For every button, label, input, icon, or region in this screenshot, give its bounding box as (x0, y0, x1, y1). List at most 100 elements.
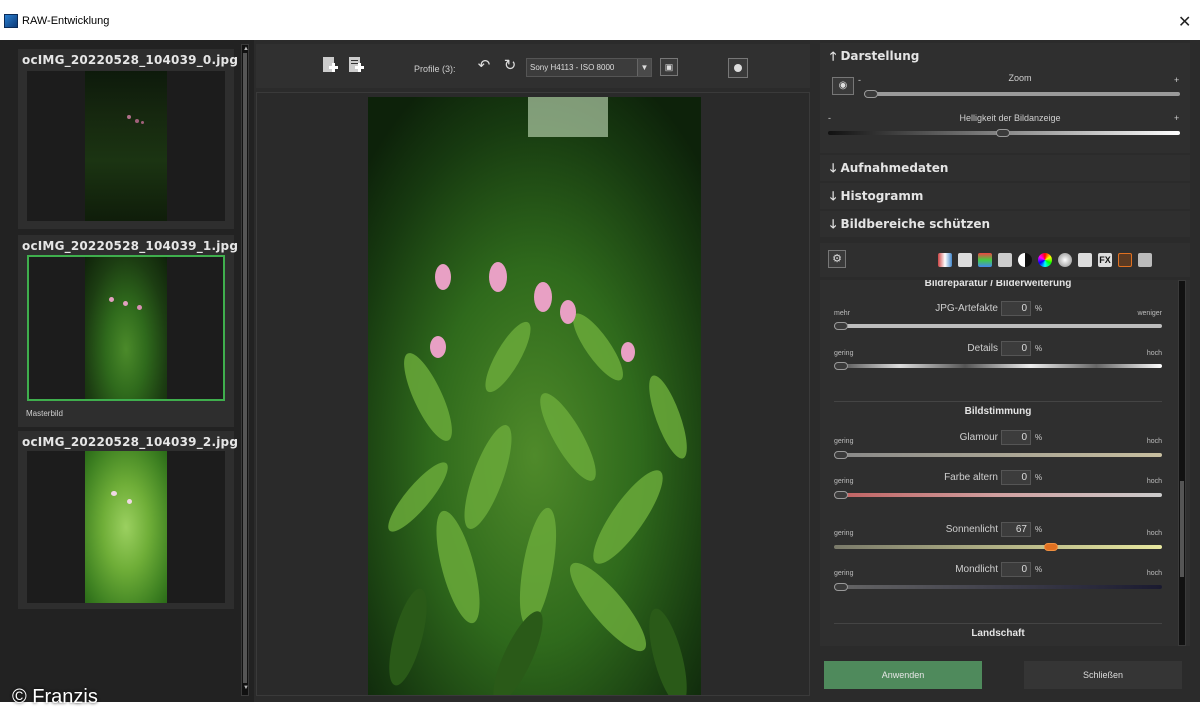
apply-button[interactable]: Anwenden (824, 661, 982, 689)
darstellung-section: 🡑 Darstellung ◉ - Zoom + - Helligkeit de… (820, 43, 1190, 153)
settings-panel: 🡑 Darstellung ◉ - Zoom + - Helligkeit de… (814, 40, 1200, 702)
thumbnail-card-2[interactable]: ocIMG_20220528_104039_2.jpg (18, 431, 238, 609)
sonne-label: Sonnenlicht (945, 524, 998, 535)
zoom-slider-knob[interactable] (864, 90, 878, 98)
color-lines-icon[interactable] (978, 253, 992, 267)
chevron-down-icon[interactable]: ▼ (637, 59, 651, 76)
thumbnail-scrollbar[interactable]: ▲ ▼ (241, 44, 249, 696)
farbe-slider-knob[interactable] (834, 491, 848, 499)
bildbereiche-title: Bildbereiche schützen (840, 217, 991, 231)
details-slider-knob[interactable] (834, 362, 848, 370)
undo-icon[interactable]: ↶ (474, 56, 494, 76)
camera-icon[interactable] (1078, 253, 1092, 267)
preview-toolbar: Profile (3): ↶ ↻ Sony H4113 - ISO 8000 ▼… (256, 44, 810, 88)
mond-unit: % (1035, 565, 1043, 574)
jpg-unit: % (1035, 304, 1043, 313)
detail-icon[interactable] (1058, 253, 1072, 267)
thumbnail-card-0[interactable]: ocIMG_20220528_104039_0.jpg (18, 49, 238, 229)
farbe-value-input[interactable]: 0 (1001, 470, 1031, 485)
profile-label: Profile (3): (414, 64, 456, 74)
brightness-plus: + (1174, 113, 1180, 123)
copyright-watermark: © Franzis (12, 686, 98, 708)
stimmung-title: Bildstimmung (964, 406, 1032, 417)
mond-slider-knob[interactable] (834, 583, 848, 591)
exposure-icon[interactable] (958, 253, 972, 267)
eye-icon[interactable]: ◉ (832, 77, 854, 95)
scrollbar-thumb[interactable] (243, 53, 247, 683)
aufnahmedaten-header[interactable]: 🡓 Aufnahmedaten (820, 155, 1190, 181)
farbe-label: Farbe altern (944, 472, 998, 483)
master-image-label: Masterbild (26, 409, 63, 418)
add-profile-icon[interactable] (346, 56, 366, 76)
glamour-label: Glamour (959, 432, 998, 443)
image-viewport[interactable] (256, 92, 810, 696)
brightness-slider-knob[interactable] (996, 129, 1010, 137)
profile-select-value: Sony H4113 - ISO 8000 (530, 63, 615, 72)
zoom-minus: - (858, 75, 861, 85)
thumbnail-card-1[interactable]: ocIMG_20220528_104039_1.jpg Masterbild (18, 235, 238, 427)
preview-area: Profile (3): ↶ ↻ Sony H4113 - ISO 8000 ▼… (256, 40, 812, 702)
bildbereiche-header[interactable]: 🡓 Bildbereiche schützen (820, 211, 1190, 237)
sonne-high-label: hoch (1146, 530, 1162, 537)
reparatur-title: Bildreparatur / Bilderweiterung (924, 280, 1072, 289)
collapsed-icon: 🡓 (830, 161, 837, 175)
reset-icon[interactable]: ↻ (500, 56, 520, 76)
mond-value-input[interactable]: 0 (1001, 562, 1031, 577)
scroll-down-icon[interactable]: ▼ (243, 685, 249, 691)
divider (834, 401, 1162, 402)
mond-high-label: hoch (1146, 570, 1162, 577)
title-bar: RAW-Entwicklung ✕ (0, 0, 1200, 40)
farbe-slider[interactable] (834, 493, 1162, 497)
sonne-slider[interactable] (834, 545, 1162, 549)
details-slider[interactable] (834, 364, 1162, 368)
sonne-unit: % (1035, 525, 1043, 534)
scroll-up-icon[interactable]: ▲ (243, 46, 249, 52)
gear-icon[interactable]: ⚙ (828, 250, 846, 268)
fx-icon[interactable]: FX (1098, 253, 1112, 267)
save-profile-button[interactable]: ▣ (660, 58, 678, 76)
white-balance-icon[interactable] (938, 253, 952, 267)
thumbnail-filename: ocIMG_20220528_104039_2.jpg (22, 435, 239, 449)
sonne-value-input[interactable]: 67 (1001, 522, 1031, 537)
effects-active-icon[interactable] (1118, 253, 1132, 267)
layers-icon[interactable] (1138, 253, 1152, 267)
app-icon (4, 14, 18, 28)
close-button[interactable]: Schließen (1024, 661, 1182, 689)
glamour-unit: % (1035, 433, 1043, 442)
aufnahmedaten-title: Aufnahmedaten (840, 161, 949, 175)
scrollbar-thumb[interactable] (1180, 481, 1184, 577)
glamour-value-input[interactable]: 0 (1001, 430, 1031, 445)
histogramm-header[interactable]: 🡓 Histogramm (820, 183, 1190, 209)
collapsed-icon: 🡓 (830, 217, 837, 231)
glamour-slider[interactable] (834, 453, 1162, 457)
sonne-slider-knob[interactable] (1044, 543, 1058, 551)
mond-label: Mondlicht (955, 564, 998, 575)
mond-slider[interactable] (834, 585, 1162, 589)
zoom-slider[interactable] (864, 92, 1180, 96)
jpg-slider[interactable] (834, 324, 1162, 328)
close-icon[interactable]: ✕ (1178, 12, 1191, 32)
landschaft-title: Landschaft (971, 628, 1025, 639)
thumbnail-filename: ocIMG_20220528_104039_0.jpg (22, 53, 239, 67)
darstellung-title: Darstellung (840, 49, 920, 63)
jpg-slider-knob[interactable] (834, 322, 848, 330)
curve-icon[interactable] (998, 253, 1012, 267)
thumbnail-image-selected (27, 255, 225, 401)
glamour-slider-knob[interactable] (834, 451, 848, 459)
darstellung-header[interactable]: 🡑 Darstellung (830, 43, 919, 69)
collapsed-icon: 🡓 (830, 189, 837, 203)
add-image-icon[interactable] (320, 56, 340, 76)
details-value-input[interactable]: 0 (1001, 341, 1031, 356)
color-wheel-icon[interactable] (1038, 253, 1052, 267)
snapshot-button[interactable] (728, 58, 748, 78)
adjust-scrollbar[interactable] (1178, 280, 1186, 646)
divider (834, 623, 1162, 624)
profile-select[interactable]: Sony H4113 - ISO 8000 ▼ (526, 58, 652, 77)
jpg-high-label: weniger (1137, 310, 1162, 317)
contrast-icon[interactable] (1018, 253, 1032, 267)
thumbnail-filename: ocIMG_20220528_104039_1.jpg (22, 239, 239, 253)
bottom-border (0, 702, 1200, 720)
details-label: Details (967, 343, 998, 354)
jpg-value-input[interactable]: 0 (1001, 301, 1031, 316)
jpg-label: JPG-Artefakte (935, 303, 998, 314)
